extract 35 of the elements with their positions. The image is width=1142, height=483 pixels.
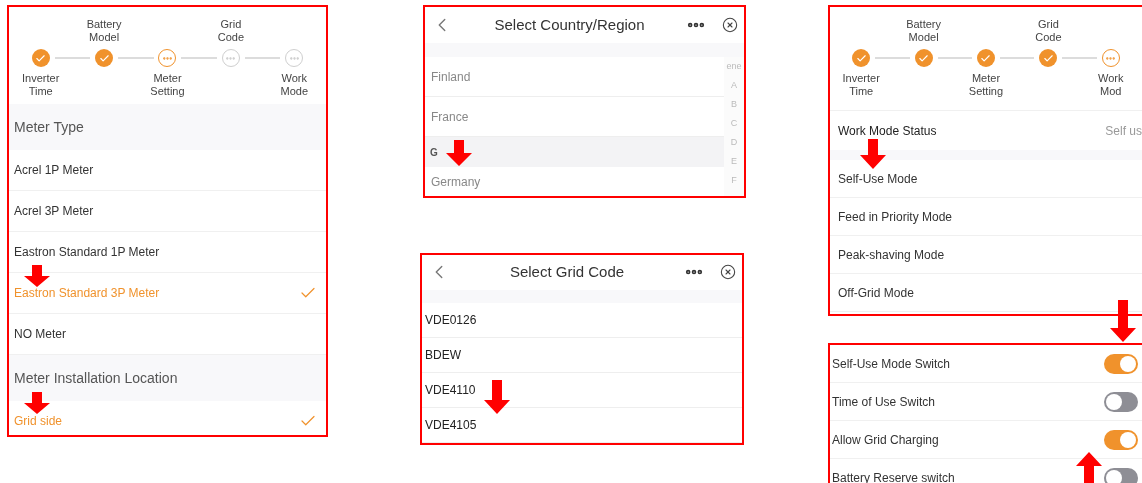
grid-code-row[interactable]: BDEW bbox=[422, 338, 742, 373]
step-label: Work Mod bbox=[1097, 72, 1125, 98]
group-header: G bbox=[425, 137, 724, 167]
step-label: Grid Code bbox=[1034, 18, 1063, 44]
status-value: Self us bbox=[1105, 122, 1142, 140]
section-header: Meter Installation Location bbox=[9, 355, 326, 401]
step-label: Work Mode bbox=[279, 72, 310, 98]
step-label: Meter Setting bbox=[149, 72, 186, 98]
step-label: Battery Model bbox=[905, 18, 942, 44]
switch-label: Time of Use Switch bbox=[832, 393, 935, 411]
toggle-switch[interactable] bbox=[1104, 391, 1138, 412]
toggle-switch[interactable] bbox=[1104, 353, 1138, 374]
close-icon[interactable] bbox=[722, 17, 738, 33]
down-arrow-icon bbox=[24, 265, 50, 287]
down-arrow-icon bbox=[484, 380, 510, 414]
screen-title: Select Country/Region bbox=[493, 14, 646, 35]
toggle-switch[interactable] bbox=[1104, 467, 1138, 483]
down-arrow-icon bbox=[860, 139, 886, 169]
step-label: Inverter Time bbox=[21, 72, 61, 98]
mode-row[interactable]: Peak-shaving Mode bbox=[830, 236, 1142, 274]
section-header: Meter Type bbox=[9, 104, 326, 150]
step-label: Inverter Time bbox=[841, 72, 881, 98]
switch-label: Allow Grid Charging bbox=[832, 431, 939, 449]
step-label: Battery Model bbox=[85, 18, 123, 44]
toggle-switch[interactable] bbox=[1104, 429, 1138, 450]
step-label: Meter Setting bbox=[967, 72, 1005, 98]
down-arrow-icon bbox=[446, 140, 472, 166]
status-label: Work Mode Status bbox=[838, 122, 937, 140]
screen-title: Select Grid Code bbox=[508, 262, 626, 283]
down-arrow-icon bbox=[24, 392, 50, 414]
close-icon[interactable] bbox=[720, 264, 736, 281]
grid-code-row[interactable]: VDE0126 bbox=[422, 303, 742, 338]
step-label: Grid Code bbox=[216, 18, 246, 44]
switch-label: Self-Use Mode Switch bbox=[832, 355, 951, 373]
mode-row[interactable]: Feed in Priority Mode bbox=[830, 198, 1142, 236]
